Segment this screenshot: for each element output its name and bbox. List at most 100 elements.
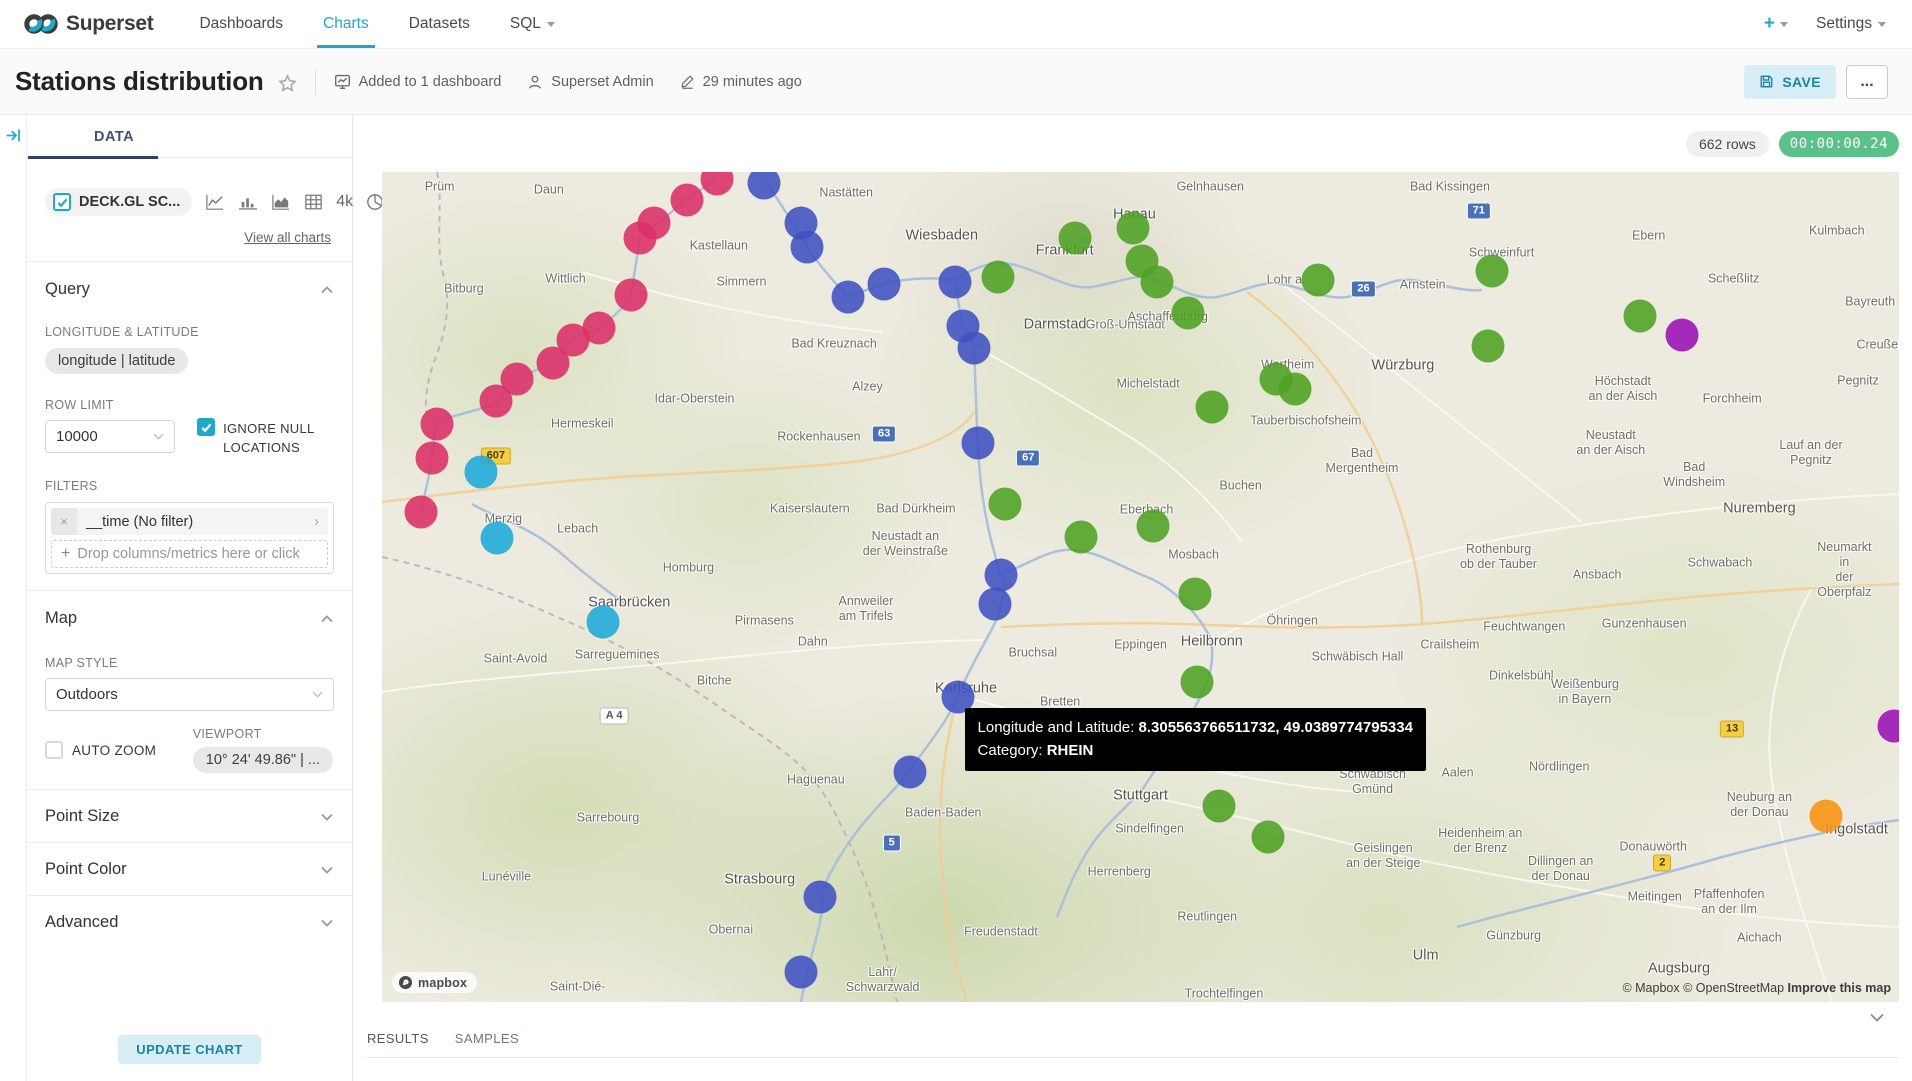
map-data-point[interactable] (989, 488, 1022, 521)
map-data-point[interactable] (1141, 265, 1174, 298)
map-data-point[interactable] (1810, 800, 1843, 833)
map-data-point[interactable] (962, 427, 995, 460)
bar-chart-icon[interactable] (238, 193, 258, 211)
lonlat-chip[interactable]: longitude | latitude (45, 348, 188, 374)
update-chart-button[interactable]: UPDATE CHART (118, 1035, 260, 1064)
favorite-star-icon[interactable] (278, 74, 297, 93)
section-point-color[interactable]: Point Color (45, 860, 333, 879)
map-data-point[interactable] (420, 408, 453, 441)
settings-menu[interactable]: Settings (1816, 15, 1886, 33)
map-data-point[interactable] (670, 184, 703, 217)
map-place-label: Feuchtwangen (1483, 619, 1565, 634)
osm-attribution-link[interactable]: © OpenStreetMap (1683, 981, 1787, 995)
results-divider (367, 1057, 1899, 1058)
tab-samples[interactable]: SAMPLES (455, 1031, 519, 1046)
auto-zoom-checkbox[interactable] (45, 741, 63, 759)
divider (28, 789, 352, 790)
section-query-header[interactable]: Query (45, 280, 333, 299)
tab-data[interactable]: DATA (28, 115, 134, 158)
filter-item[interactable]: × __time (No filter) › (51, 508, 328, 535)
map-data-point[interactable] (1171, 297, 1204, 330)
map-data-point[interactable] (1623, 299, 1656, 332)
map-data-point[interactable] (1179, 577, 1212, 610)
mapbox-logo[interactable]: mapbox (392, 972, 477, 993)
map-data-point[interactable] (481, 522, 514, 555)
map-data-point[interactable] (537, 346, 570, 379)
map-data-point[interactable] (957, 331, 990, 364)
map-data-point[interactable] (893, 756, 926, 789)
map-data-point[interactable] (1471, 330, 1504, 363)
checkbox-checked-icon (53, 193, 71, 211)
mapbox-attribution-link[interactable]: © Mapbox (1622, 981, 1683, 995)
map-data-point[interactable] (623, 222, 656, 255)
section-advanced[interactable]: Advanced (45, 913, 333, 932)
map-place-label: Sarreguemines (575, 648, 660, 663)
map-data-point[interactable] (1059, 221, 1092, 254)
map-data-point[interactable] (939, 265, 972, 298)
superset-logo[interactable]: Superset (0, 12, 179, 36)
view-all-charts-link[interactable]: View all charts (45, 230, 331, 245)
map-data-point[interactable] (1203, 790, 1236, 823)
map-data-point[interactable] (1136, 510, 1169, 543)
map-data-point[interactable] (1476, 254, 1509, 287)
viz-type-4k[interactable]: 4k (336, 193, 353, 211)
nav-item-sql[interactable]: SQL (490, 0, 575, 48)
map-data-point[interactable] (1251, 820, 1284, 853)
section-point-size[interactable]: Point Size (45, 807, 333, 826)
map-data-point[interactable] (790, 230, 823, 263)
map-data-point[interactable] (1180, 666, 1213, 699)
save-button[interactable]: SAVE (1744, 65, 1836, 99)
map-data-point[interactable] (868, 268, 901, 301)
viz-type-selected[interactable]: DECK.GL SC... (45, 188, 192, 216)
line-chart-icon[interactable] (205, 193, 225, 211)
tab-results[interactable]: RESULTS (367, 1031, 429, 1046)
map-data-point[interactable] (587, 605, 620, 638)
filter-drop-zone[interactable]: + Drop columns/metrics here or click (51, 540, 328, 568)
save-icon (1759, 74, 1774, 89)
chart-title: Stations distribution (15, 66, 264, 97)
map-data-point[interactable] (784, 956, 817, 989)
last-modified-badge[interactable]: 29 minutes ago (680, 74, 802, 90)
map-data-point[interactable] (831, 281, 864, 314)
viewport-chip[interactable]: 10° 24' 49.86" | ... (193, 747, 333, 773)
map-style-select[interactable]: Outdoors (45, 678, 334, 711)
map-data-point[interactable] (978, 587, 1011, 620)
map-place-label: Würzburg (1372, 358, 1435, 375)
dashboards-badge[interactable]: Added to 1 dashboard (334, 73, 502, 90)
map-data-point[interactable] (1279, 372, 1312, 405)
map-place-label: Pirmasens (735, 614, 794, 629)
collapse-panel-icon[interactable] (5, 127, 22, 144)
map-data-point[interactable] (405, 496, 438, 529)
map-data-point[interactable] (804, 881, 837, 914)
map-data-point[interactable] (981, 261, 1014, 294)
area-chart-icon[interactable] (271, 193, 291, 211)
table-icon[interactable] (304, 193, 323, 211)
improve-map-link[interactable]: Improve this map (1788, 981, 1892, 995)
nav-item-charts[interactable]: Charts (303, 0, 389, 48)
nav-item-datasets[interactable]: Datasets (389, 0, 490, 48)
map-data-point[interactable] (1116, 212, 1149, 245)
results-tabs: RESULTS SAMPLES (367, 1031, 519, 1046)
map-data-point[interactable] (1065, 521, 1098, 554)
new-item-button[interactable]: + (1764, 13, 1788, 35)
ignore-null-checkbox[interactable] (197, 418, 215, 436)
map-place-label: Ebern (1632, 228, 1665, 243)
map-data-point[interactable] (464, 455, 497, 488)
map-place-label: Baden-Baden (905, 805, 981, 820)
expand-results-icon[interactable] (1870, 1013, 1884, 1022)
remove-filter-icon[interactable]: × (51, 508, 77, 535)
nav-item-dashboards[interactable]: Dashboards (179, 0, 303, 48)
map-data-point[interactable] (614, 278, 647, 311)
section-map-header[interactable]: Map (45, 609, 333, 628)
more-options-button[interactable]: ... (1846, 65, 1888, 99)
deckgl-map[interactable]: PrümDaunNastättenGelnhausenBad Kissingen… (382, 172, 1899, 1002)
map-data-point[interactable] (479, 385, 512, 418)
map-place-label: Prüm (425, 179, 455, 194)
owner-badge[interactable]: Superset Admin (527, 74, 653, 90)
map-data-point[interactable] (1301, 263, 1334, 296)
map-data-point[interactable] (416, 441, 449, 474)
map-data-point[interactable] (1195, 390, 1228, 423)
map-place-label: Sindelfingen (1115, 821, 1184, 836)
row-limit-select[interactable]: 10000 (45, 420, 175, 453)
map-data-point[interactable] (1666, 318, 1699, 351)
